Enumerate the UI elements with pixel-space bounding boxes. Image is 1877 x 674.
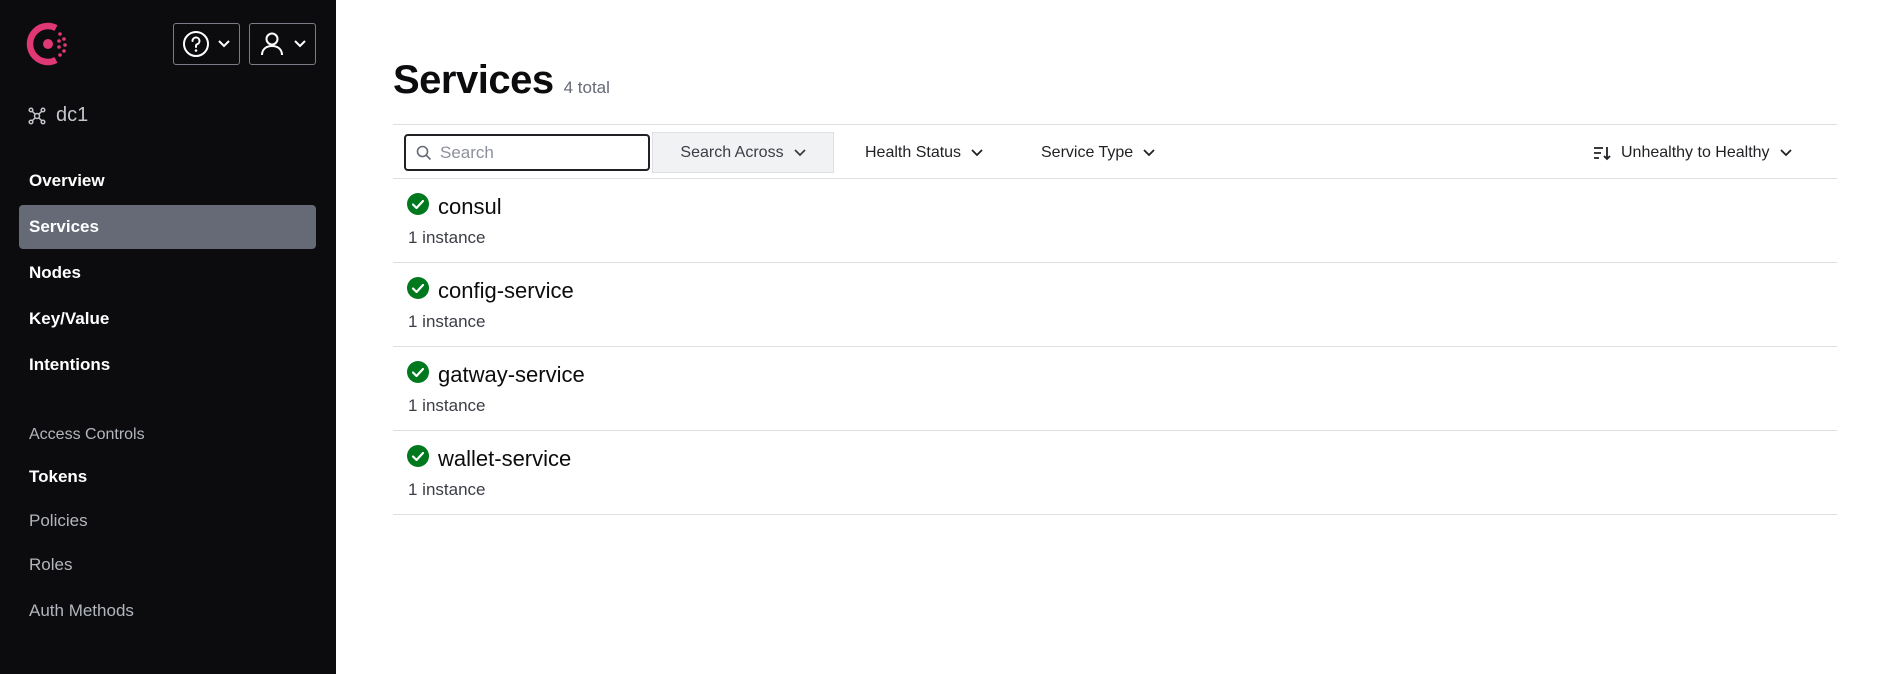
sidebar: dc1 Overview Services Nodes Key/Value In…	[0, 0, 336, 674]
passing-check-icon	[407, 361, 429, 383]
list-item[interactable]: gatway-service 1 instance	[393, 347, 1837, 431]
passing-check-icon	[407, 445, 429, 467]
chevron-down-icon	[294, 40, 306, 48]
nav-item-auth-methods[interactable]: Auth Methods	[19, 589, 316, 633]
search-across-dropdown[interactable]: Search Across	[652, 132, 834, 173]
service-type-label: Service Type	[1041, 143, 1134, 161]
total-count: 4 total	[563, 78, 610, 97]
service-type-filter[interactable]: Service Type	[1041, 132, 1155, 173]
help-circle-icon	[183, 31, 209, 57]
health-status-filter[interactable]: Health Status	[865, 132, 983, 173]
filter-toolbar: Search Across Health Status Service Type…	[393, 124, 1837, 179]
datacenter-icon	[28, 106, 46, 125]
page-title: Services	[393, 58, 554, 102]
chevron-down-icon	[971, 148, 983, 156]
search-icon	[416, 145, 432, 160]
chevron-down-icon	[1779, 148, 1792, 156]
consul-logo[interactable]	[26, 22, 72, 68]
instance-count: 1 instance	[408, 228, 486, 247]
services-list: consul 1 instance config-service 1 insta…	[393, 179, 1837, 515]
access-controls-heading: Access Controls	[29, 426, 145, 443]
main-nav: Overview Services Nodes Key/Value Intent…	[19, 159, 316, 389]
nav-item-intentions[interactable]: Intentions	[19, 343, 316, 387]
search-box[interactable]	[404, 134, 650, 171]
nav-item-overview[interactable]: Overview	[19, 159, 316, 203]
list-item[interactable]: wallet-service 1 instance	[393, 431, 1837, 515]
chevron-down-icon	[218, 40, 230, 48]
sort-dropdown[interactable]: Unhealthy to Healthy	[1593, 132, 1792, 173]
nav-item-tokens[interactable]: Tokens	[19, 455, 316, 499]
chevron-down-icon	[1143, 148, 1155, 156]
service-name[interactable]: consul	[438, 194, 502, 220]
service-name[interactable]: config-service	[438, 278, 574, 304]
health-status-label: Health Status	[865, 143, 962, 161]
search-input[interactable]	[440, 142, 630, 163]
nav-item-policies[interactable]: Policies	[19, 501, 316, 541]
main-content: Services 4 total Search Across Health St…	[336, 0, 1877, 674]
user-icon	[261, 32, 283, 56]
list-item[interactable]: consul 1 instance	[393, 179, 1837, 263]
nav-item-nodes[interactable]: Nodes	[19, 251, 316, 295]
datacenter-selector[interactable]: dc1	[28, 104, 88, 127]
nav-item-services[interactable]: Services	[19, 205, 316, 249]
instance-count: 1 instance	[408, 312, 486, 331]
passing-check-icon	[407, 277, 429, 299]
sort-label: Unhealthy to Healthy	[1621, 143, 1770, 161]
sort-icon	[1594, 146, 1611, 160]
list-item[interactable]: config-service 1 instance	[393, 263, 1837, 347]
help-menu-button[interactable]	[173, 23, 240, 65]
datacenter-name: dc1	[56, 104, 89, 126]
service-name[interactable]: gatway-service	[438, 362, 585, 388]
instance-count: 1 instance	[408, 480, 486, 499]
access-controls-nav: Access Controls Tokens Policies Roles Au…	[19, 415, 316, 635]
search-across-label: Search Across	[680, 143, 784, 161]
user-menu-button[interactable]	[249, 23, 316, 65]
instance-count: 1 instance	[408, 396, 486, 415]
nav-item-roles[interactable]: Roles	[19, 543, 316, 587]
page-header: Services 4 total	[393, 58, 610, 103]
passing-check-icon	[407, 193, 429, 215]
nav-item-key-value[interactable]: Key/Value	[19, 297, 316, 341]
chevron-down-icon	[793, 148, 806, 156]
service-name[interactable]: wallet-service	[438, 446, 571, 472]
